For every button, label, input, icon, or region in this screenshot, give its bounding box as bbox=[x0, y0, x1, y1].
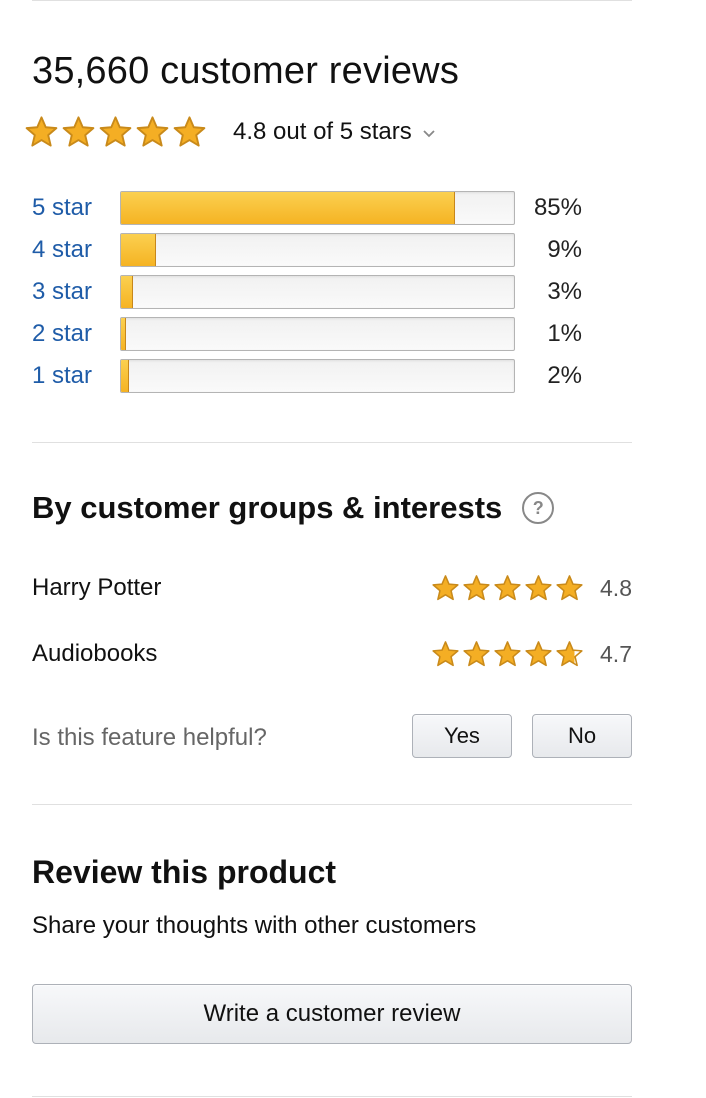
star-icon bbox=[556, 640, 583, 666]
group-stars bbox=[431, 640, 586, 669]
average-rating-text: 4.8 out of 5 stars bbox=[233, 118, 412, 145]
histogram-row[interactable]: 4 star 9% bbox=[32, 232, 632, 268]
star-icon bbox=[494, 640, 521, 666]
group-row-harry-potter: Harry Potter 4.8 bbox=[32, 570, 632, 606]
star-icon bbox=[494, 574, 521, 600]
histogram-bar-fill bbox=[121, 234, 157, 266]
group-stars bbox=[431, 574, 586, 603]
top-divider bbox=[32, 0, 632, 1]
histogram-bar-fill bbox=[121, 360, 129, 392]
overall-rating: 4.8 out of 5 stars bbox=[24, 114, 436, 150]
question-mark-icon[interactable]: ? bbox=[522, 492, 555, 524]
histogram-bar[interactable] bbox=[120, 233, 515, 267]
histogram-label[interactable]: 4 star bbox=[32, 236, 92, 264]
histogram-label[interactable]: 3 star bbox=[32, 278, 92, 306]
star-icon bbox=[136, 115, 169, 147]
histogram-percent: 2% bbox=[547, 362, 582, 389]
review-section-subtitle: Share your thoughts with other customers bbox=[32, 912, 477, 939]
yes-button[interactable]: Yes bbox=[412, 714, 512, 758]
histogram-percent: 85% bbox=[533, 194, 582, 221]
histogram-bar[interactable] bbox=[120, 359, 515, 393]
star-icon bbox=[173, 115, 206, 147]
overall-stars bbox=[24, 115, 209, 150]
histogram-label[interactable]: 5 star bbox=[32, 194, 92, 222]
histogram-row[interactable]: 2 star 1% bbox=[32, 316, 632, 352]
bottom-divider bbox=[32, 1096, 632, 1097]
histogram-percent: 9% bbox=[547, 236, 582, 263]
rating-dropdown[interactable]: 4.8 out of 5 stars bbox=[233, 118, 436, 146]
histogram-bar[interactable] bbox=[120, 317, 515, 351]
star-icon bbox=[463, 574, 490, 600]
helpful-question: Is this feature helpful? bbox=[32, 724, 267, 751]
star-icon bbox=[525, 574, 552, 600]
groups-title-text: By customer groups & interests bbox=[32, 490, 503, 525]
histogram-percent: 3% bbox=[547, 278, 582, 305]
histogram-label[interactable]: 2 star bbox=[32, 320, 92, 348]
group-rating[interactable]: 4.8 bbox=[431, 574, 632, 603]
section-divider bbox=[32, 804, 632, 805]
write-review-button[interactable]: Write a customer review bbox=[32, 984, 632, 1044]
review-section-title: Review this product bbox=[32, 854, 337, 890]
star-icon bbox=[525, 640, 552, 666]
histogram-bar[interactable] bbox=[120, 191, 515, 225]
histogram-row[interactable]: 5 star 85% bbox=[32, 190, 632, 226]
group-score: 4.8 bbox=[600, 574, 632, 601]
histogram-row[interactable]: 1 star 2% bbox=[32, 358, 632, 394]
star-icon bbox=[62, 115, 95, 147]
section-divider bbox=[32, 442, 632, 443]
histogram-label[interactable]: 1 star bbox=[32, 362, 92, 390]
group-score: 4.7 bbox=[600, 640, 632, 667]
star-icon bbox=[556, 574, 583, 600]
group-name: Harry Potter bbox=[32, 574, 162, 601]
group-rating[interactable]: 4.7 bbox=[431, 640, 632, 669]
histogram-bar-fill bbox=[121, 276, 133, 308]
histogram-row[interactable]: 3 star 3% bbox=[32, 274, 632, 310]
no-button[interactable]: No bbox=[532, 714, 632, 758]
star-icon bbox=[463, 640, 490, 666]
reviews-count-title: 35,660 customer reviews bbox=[32, 50, 460, 92]
star-icon bbox=[432, 640, 459, 666]
histogram-bar[interactable] bbox=[120, 275, 515, 309]
groups-section-title: By customer groups & interests ? bbox=[32, 490, 555, 526]
histogram-bar-fill bbox=[121, 192, 456, 224]
star-icon bbox=[25, 115, 58, 147]
star-icon bbox=[432, 574, 459, 600]
histogram-percent: 1% bbox=[547, 320, 582, 347]
histogram-bar-fill bbox=[121, 318, 126, 350]
group-row-audiobooks: Audiobooks 4.7 bbox=[32, 636, 632, 672]
chevron-down-icon bbox=[422, 118, 436, 146]
star-icon bbox=[99, 115, 132, 147]
group-name: Audiobooks bbox=[32, 640, 158, 667]
